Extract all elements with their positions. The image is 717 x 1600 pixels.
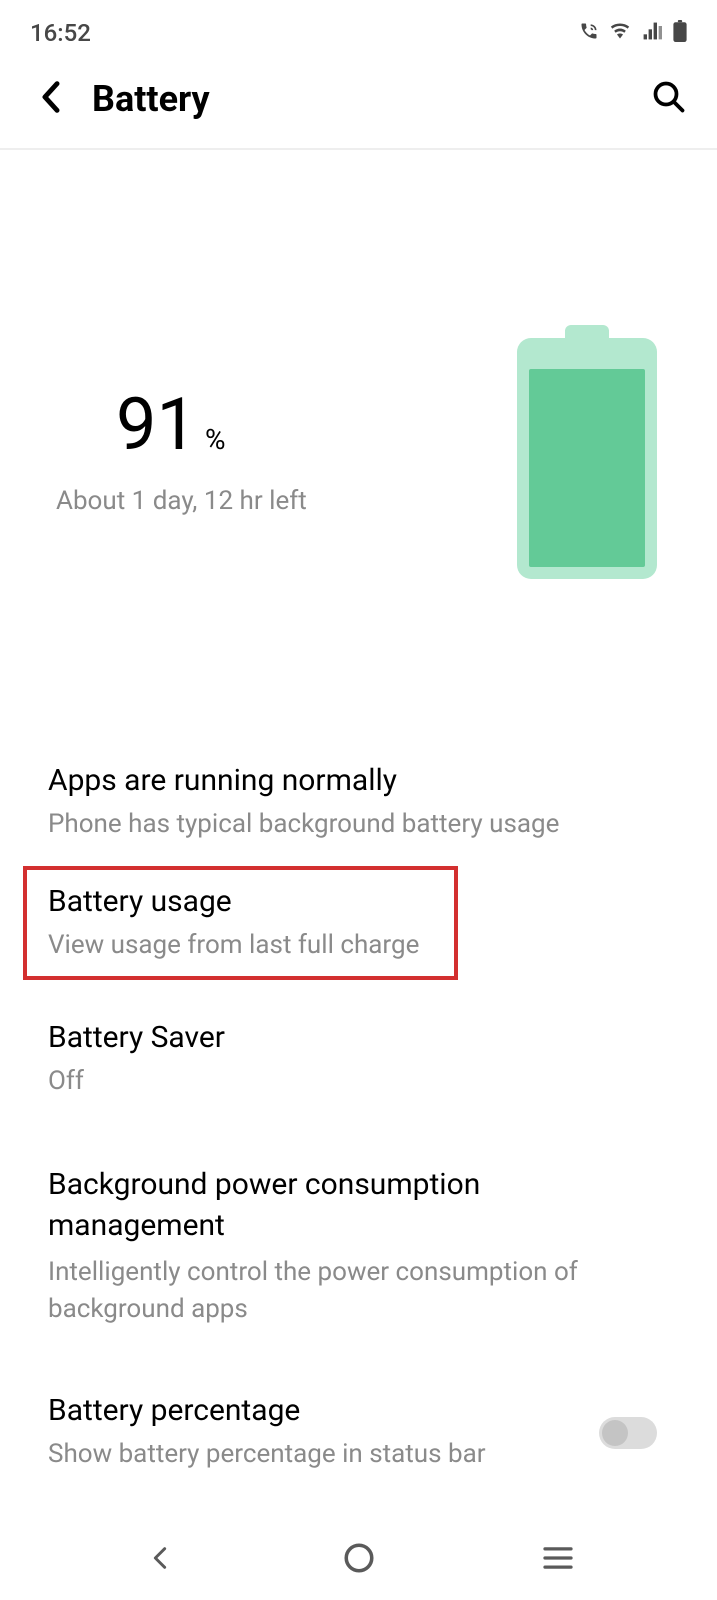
highlight-annotation: Battery usage View usage from last full … — [23, 866, 458, 979]
list-item-background-power[interactable]: Background power consumption management … — [48, 1123, 697, 1351]
list-item-battery-usage[interactable]: Battery usage View usage from last full … — [48, 870, 434, 975]
toggle-knob-icon — [602, 1420, 628, 1446]
battery-time-estimate: About 1 day, 12 hr left — [56, 486, 517, 516]
battery-percent-value: 91 — [116, 389, 197, 461]
status-bar: 16:52 — [0, 0, 717, 60]
battery-percent-row: 91 % — [56, 389, 517, 461]
item-title: Battery Saver — [48, 1020, 697, 1055]
back-icon[interactable] — [40, 80, 62, 118]
battery-graphic — [517, 325, 657, 579]
item-subtitle: Off — [48, 1063, 697, 1099]
settings-list: Apps are running normally Phone has typi… — [0, 639, 717, 1496]
battery-percentage-toggle[interactable] — [599, 1417, 657, 1449]
cell-signal-icon — [641, 21, 663, 45]
item-title: Apps are running normally — [48, 763, 697, 798]
percent-symbol: % — [205, 423, 226, 456]
phone-ringer-icon — [579, 21, 599, 45]
item-subtitle: View usage from last full charge — [48, 927, 434, 975]
battery-status-icon — [673, 20, 687, 46]
status-icons — [579, 20, 687, 46]
item-title: Battery usage — [48, 870, 434, 919]
battery-summary: 91 % About 1 day, 12 hr left — [0, 150, 717, 639]
wifi-icon — [609, 21, 631, 45]
status-time: 16:52 — [30, 19, 91, 47]
list-item-apps-normal[interactable]: Apps are running normally Phone has typi… — [48, 739, 697, 866]
item-subtitle: Show battery percentage in status bar — [48, 1436, 599, 1472]
system-nav-bar — [0, 1515, 717, 1600]
app-header: Battery — [0, 60, 717, 150]
item-title: Battery percentage — [48, 1393, 599, 1428]
nav-back-button[interactable] — [135, 1533, 185, 1583]
item-subtitle: Phone has typical background battery usa… — [48, 806, 697, 842]
list-item-battery-saver[interactable]: Battery Saver Off — [48, 980, 697, 1123]
nav-recent-button[interactable] — [533, 1533, 583, 1583]
battery-fill-icon — [529, 369, 645, 567]
battery-text-block: 91 % About 1 day, 12 hr left — [56, 389, 517, 516]
battery-body-icon — [517, 338, 657, 579]
search-icon[interactable] — [651, 79, 687, 119]
item-title: Background power consumption management — [48, 1165, 647, 1246]
page-title: Battery — [92, 78, 651, 120]
item-subtitle: Intelligently control the power consumpt… — [48, 1254, 647, 1327]
list-item-battery-percentage[interactable]: Battery percentage Show battery percenta… — [48, 1351, 697, 1496]
nav-home-button[interactable] — [334, 1533, 384, 1583]
